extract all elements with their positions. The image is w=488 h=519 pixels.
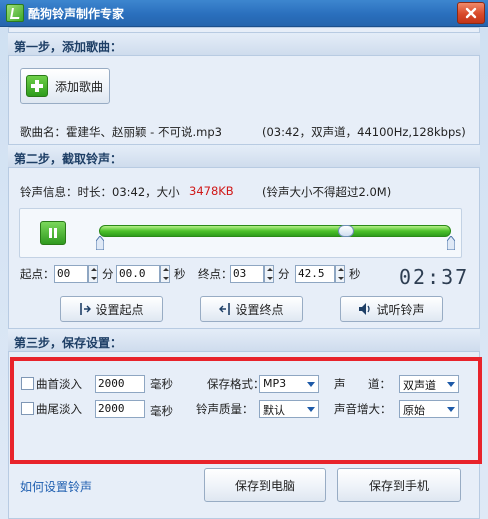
step3-header: 第三步，保存设置： [8,328,480,352]
set-end-button[interactable]: 设置终点 [200,296,303,322]
preview-button[interactable]: 试听铃声 [340,296,443,322]
start-second-input[interactable]: 00.0 [116,265,160,283]
chevron-down-icon [447,382,455,387]
start-minute-input[interactable]: 00 [54,265,88,283]
fade-in-unit: 毫秒 [150,377,173,391]
chevron-down-icon [307,382,315,387]
set-end-icon [219,303,231,315]
start-minute-unit: 分 [102,267,114,281]
ringtone-info: 铃声信息：时长：03:42，大小 [20,185,180,199]
start-second-unit: 秒 [174,267,186,281]
fade-in-input[interactable]: 2000 [95,375,145,393]
format-select[interactable]: MP3 [259,375,319,393]
format-label: 保存格式： [207,377,265,391]
end-minute-spinner[interactable] [264,265,274,283]
fade-in-checkbox[interactable] [21,377,34,390]
add-song-button[interactable]: 添加歌曲 [20,68,110,104]
end-marker-icon[interactable] [447,236,455,250]
pause-button[interactable] [40,221,66,245]
channel-value: 双声道 [403,379,436,392]
chevron-down-icon [447,407,455,412]
range-track[interactable] [99,225,451,237]
step1-header: 第一步，添加歌曲： [8,32,480,56]
quality-select[interactable]: 默认 [259,400,319,418]
save-to-pc-button[interactable]: 保存到电脑 [204,468,326,502]
size-note: (铃声大小不得超过2.0M) [262,185,392,199]
close-button[interactable] [457,2,485,24]
playhead-knob[interactable] [338,225,354,237]
end-second-unit: 秒 [349,267,361,281]
channel-label-suffix: 道： [368,377,391,391]
format-value: MP3 [263,377,287,390]
gain-label: 声音增大： [334,402,392,416]
channel-label: 声 [334,377,346,391]
window-title: 酷狗铃声制作专家 [28,7,125,21]
song-name: 歌曲名：霍建华、赵丽颖 - 不可说.mp3 [20,125,222,139]
chevron-down-icon [307,407,315,412]
end-minute-unit: 分 [278,267,290,281]
set-end-label: 设置终点 [235,302,284,317]
song-info: (03:42，双声道，44100Hz,128kbps) [262,125,466,139]
gain-select[interactable]: 原始 [399,400,459,418]
add-song-label: 添加歌曲 [55,79,104,94]
help-link[interactable]: 如何设置铃声 [20,478,92,495]
fade-out-label: 曲尾淡入 [36,402,82,416]
speaker-icon [359,303,371,315]
step2-header: 第二步，截取铃声： [8,144,480,168]
quality-label: 铃声质量： [196,402,254,416]
close-icon [465,7,477,19]
end-minute-input[interactable]: 03 [230,265,264,283]
fade-in-label: 曲首淡入 [36,377,82,391]
plus-icon [26,75,48,97]
time-readout: 02:37 [399,265,470,289]
fade-out-input[interactable]: 2000 [95,400,145,418]
start-marker-icon[interactable] [96,236,104,250]
set-start-button[interactable]: 设置起点 [60,296,163,322]
preview-label: 试听铃声 [376,302,425,317]
set-start-label: 设置起点 [95,302,144,317]
end-second-spinner[interactable] [335,265,345,283]
save-to-phone-button[interactable]: 保存到手机 [337,468,461,502]
set-start-icon [80,303,92,315]
fade-out-checkbox[interactable] [21,402,34,415]
channel-select[interactable]: 双声道 [399,375,459,393]
gain-value: 原始 [403,404,425,417]
save-to-phone-label: 保存到手机 [368,478,429,493]
start-label: 起点： [20,267,55,281]
start-minute-spinner[interactable] [88,265,98,283]
end-label: 终点： [198,267,233,281]
start-second-spinner[interactable] [160,265,170,283]
app-icon [6,4,24,22]
save-to-pc-label: 保存到电脑 [234,478,295,493]
quality-value: 默认 [263,404,285,417]
fade-out-unit: 毫秒 [150,404,173,418]
end-second-input[interactable]: 42.5 [295,265,335,283]
ringtone-size: 3478KB [189,184,234,198]
